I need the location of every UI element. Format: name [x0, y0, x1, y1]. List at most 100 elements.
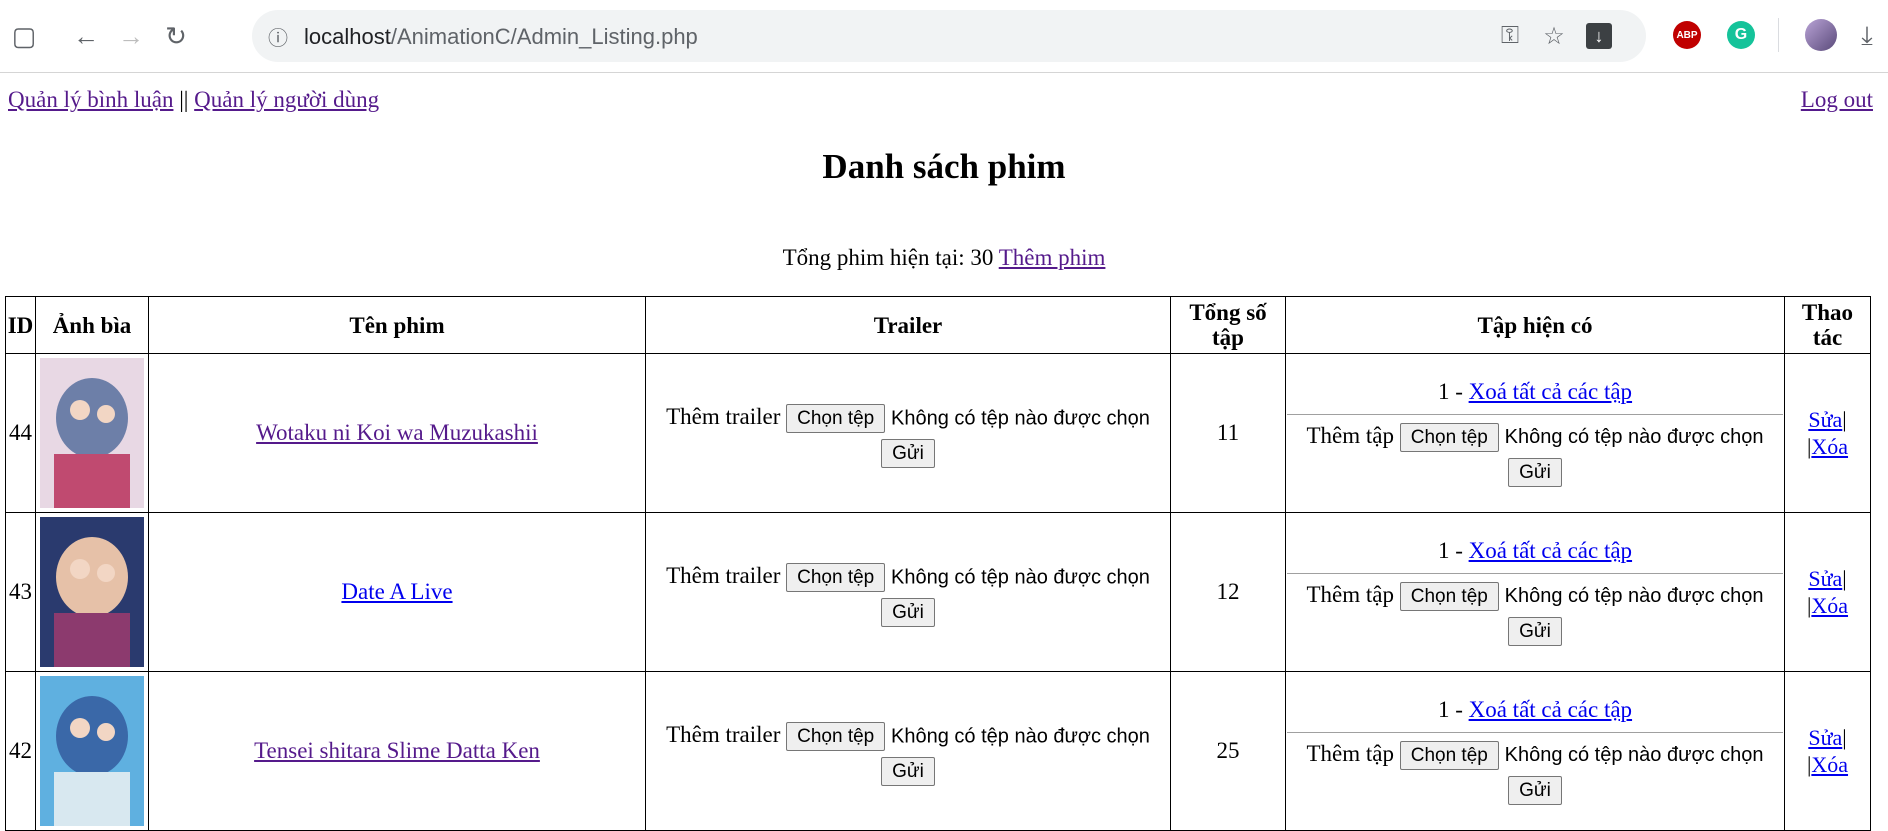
no-file-chosen-text: Không có tệp nào được chọn: [891, 407, 1150, 430]
bookmark-star-icon[interactable]: ☆: [1536, 18, 1572, 54]
submit-episode-button[interactable]: Gửi: [1508, 458, 1562, 488]
delete-all-episodes-link[interactable]: Xoá tất cả các tập: [1469, 697, 1632, 722]
add-trailer-label: Thêm trailer: [666, 403, 781, 429]
movie-table: ID Ảnh bìa Tên phim Trailer Tổng số tập …: [5, 296, 1871, 831]
delete-link[interactable]: Xóa: [1811, 593, 1848, 618]
choose-trailer-file-button[interactable]: Chọn tệp: [786, 562, 886, 592]
episodes-total: 11: [1170, 353, 1286, 513]
choose-episode-file-button[interactable]: Chọn tệp: [1399, 423, 1499, 452]
col-cover: Ảnh bìa: [35, 296, 149, 354]
table-row: 44 Wotaku ni Koi wa Muzukashii Thêm trai…: [5, 353, 1871, 513]
no-file-chosen-text: Không có tệp nào được chọn: [891, 725, 1150, 748]
movie-id: 43: [5, 512, 36, 672]
col-trailer: Trailer: [645, 296, 1171, 354]
toolbar-divider: [1778, 18, 1779, 52]
movie-name-cell: Wotaku ni Koi wa Muzukashii: [148, 353, 646, 513]
delete-all-episodes-link[interactable]: Xoá tất cả các tập: [1469, 538, 1632, 563]
add-trailer-label: Thêm trailer: [666, 721, 781, 747]
url-text[interactable]: localhost/AnimationC/Admin_Listing.php: [304, 24, 698, 50]
movie-name-cell: Tensei shitara Slime Datta Ken: [148, 671, 646, 831]
submit-trailer-button[interactable]: Gửi: [881, 757, 935, 787]
actions-cell: Sửa| |Xóa: [1784, 671, 1871, 831]
col-episodes-current: Tập hiện có: [1285, 296, 1785, 354]
submit-episode-button[interactable]: Gửi: [1508, 617, 1562, 647]
browser-toolbar: ▢ ← → ↻ ⓘ localhost/AnimationC/Admin_Lis…: [0, 0, 1888, 73]
no-file-chosen-text: Không có tệp nào được chọn: [1504, 426, 1764, 448]
cover-cell: [35, 353, 149, 513]
cover-image: [40, 517, 144, 667]
forward-icon[interactable]: →: [111, 16, 151, 56]
trailer-cell: Thêm trailer Chọn tệp Không có tệp nào đ…: [645, 512, 1171, 672]
choose-trailer-file-button[interactable]: Chọn tệp: [786, 721, 886, 751]
cover-cell: [35, 671, 149, 831]
delete-link[interactable]: Xóa: [1811, 434, 1848, 459]
url-host: localhost: [304, 24, 391, 49]
action-separator: |: [1842, 407, 1847, 432]
address-bar[interactable]: ⓘ localhost/AnimationC/Admin_Listing.php…: [252, 10, 1646, 62]
no-file-chosen-text: Không có tệp nào được chọn: [1504, 585, 1764, 607]
cover-image: [40, 358, 144, 508]
episode-range: 1 -: [1437, 696, 1469, 722]
action-separator: |: [1842, 725, 1847, 750]
movie-name-link[interactable]: Tensei shitara Slime Datta Ken: [254, 738, 540, 763]
total-movies-text: Tổng phim hiện tại: 30: [782, 245, 999, 270]
episode-range: 1 -: [1437, 378, 1469, 404]
delete-all-episodes-link[interactable]: Xoá tất cả các tập: [1469, 379, 1632, 404]
submit-trailer-button[interactable]: Gửi: [881, 598, 935, 628]
movie-name-cell: Date A Live: [148, 512, 646, 672]
key-icon[interactable]: ⚿: [1492, 18, 1528, 54]
table-row: 43 Date A Live Thêm trailer Chọn tệp Khô…: [5, 512, 1871, 672]
logout-link[interactable]: Log out: [1801, 87, 1873, 112]
movie-id: 42: [5, 671, 36, 831]
edit-link[interactable]: Sửa: [1808, 407, 1842, 432]
back-icon[interactable]: ←: [66, 16, 106, 56]
episodes-current-cell: 1 - Xoá tất cả các tập Thêm tập Chọn tệp…: [1285, 353, 1785, 513]
movie-id: 44: [5, 353, 36, 513]
submit-episode-button[interactable]: Gửi: [1508, 776, 1562, 806]
grammarly-extension-icon[interactable]: G: [1727, 21, 1755, 49]
col-name: Tên phim: [148, 296, 646, 354]
manage-comments-link[interactable]: Quản lý bình luận: [8, 87, 173, 112]
choose-episode-file-button[interactable]: Chọn tệp: [1399, 582, 1499, 611]
col-episodes-total: Tổng số tập: [1170, 296, 1286, 354]
add-episode-label: Thêm tập: [1306, 422, 1394, 448]
no-file-chosen-text: Không có tệp nào được chọn: [1504, 744, 1764, 766]
table-header-row: ID Ảnh bìa Tên phim Trailer Tổng số tập …: [5, 296, 1871, 354]
actions-cell: Sửa| |Xóa: [1784, 512, 1871, 672]
episodes-total: 12: [1170, 512, 1286, 672]
trailer-cell: Thêm trailer Chọn tệp Không có tệp nào đ…: [645, 671, 1171, 831]
trailer-cell: Thêm trailer Chọn tệp Không có tệp nào đ…: [645, 353, 1171, 513]
cover-image: [40, 676, 144, 826]
site-info-icon[interactable]: ⓘ: [260, 18, 296, 54]
episodes-current-cell: 1 - Xoá tất cả các tập Thêm tập Chọn tệp…: [1285, 671, 1785, 831]
movie-name-link[interactable]: Wotaku ni Koi wa Muzukashii: [256, 420, 538, 445]
delete-link[interactable]: Xóa: [1811, 752, 1848, 777]
profile-avatar[interactable]: [1805, 19, 1837, 51]
adblock-extension-icon[interactable]: ABP: [1673, 21, 1701, 49]
episodes-current-cell: 1 - Xoá tất cả các tập Thêm tập Chọn tệp…: [1285, 512, 1785, 672]
download-page-icon[interactable]: ↓: [1581, 18, 1617, 54]
actions-cell: Sửa| |Xóa: [1784, 353, 1871, 513]
movie-name-link[interactable]: Date A Live: [341, 579, 452, 604]
manage-users-link[interactable]: Quản lý người dùng: [194, 87, 379, 112]
movie-summary: Tổng phim hiện tại: 30 Thêm phim: [0, 245, 1888, 271]
add-trailer-label: Thêm trailer: [666, 562, 781, 588]
reload-icon[interactable]: ↻: [156, 16, 196, 56]
downloads-icon[interactable]: ⤓: [1852, 16, 1882, 56]
episodes-total: 25: [1170, 671, 1286, 831]
choose-episode-file-button[interactable]: Chọn tệp: [1399, 741, 1499, 770]
no-file-chosen-text: Không có tệp nào được chọn: [891, 566, 1150, 589]
page-title: Danh sách phim: [822, 147, 1066, 186]
admin-nav: Quản lý bình luận || Quản lý người dùng: [8, 87, 379, 113]
add-episode-label: Thêm tập: [1306, 740, 1394, 766]
edit-link[interactable]: Sửa: [1808, 725, 1842, 750]
choose-trailer-file-button[interactable]: Chọn tệp: [786, 403, 886, 433]
submit-trailer-button[interactable]: Gửi: [881, 439, 935, 469]
url-path: /AnimationC/Admin_Listing.php: [390, 24, 698, 49]
edit-link[interactable]: Sửa: [1808, 566, 1842, 591]
sidebar-toggle-icon[interactable]: ▢: [4, 16, 44, 56]
col-actions: Thao tác: [1784, 296, 1871, 354]
table-row: 42 Tensei shitara Slime Datta Ken Thêm t…: [5, 671, 1871, 831]
add-movie-link[interactable]: Thêm phim: [999, 245, 1106, 270]
episode-range: 1 -: [1437, 537, 1469, 563]
